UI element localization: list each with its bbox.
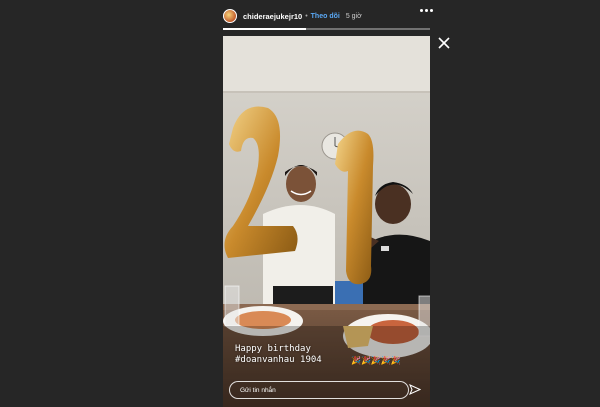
story-media[interactable]: Happy birthday #doanvanhau 1904 🎉🎉🎉🎉🎉 Gử…: [223, 36, 430, 407]
separator-dot: •: [305, 12, 308, 20]
story-progress-fill: [223, 28, 306, 30]
reply-input[interactable]: Gửi tin nhắn: [229, 381, 409, 399]
story-progress-bar: [223, 28, 430, 30]
more-dot-icon: [430, 9, 433, 12]
reply-placeholder: Gửi tin nhắn: [240, 386, 276, 394]
caption-hashtag[interactable]: #doanvanhau 1904: [235, 355, 322, 366]
more-dot-icon: [425, 9, 428, 12]
close-icon: [438, 37, 450, 49]
more-options-button[interactable]: [420, 9, 433, 12]
post-time: 5 giờ: [345, 12, 362, 20]
story-header: chideraejukejr10 • Theo dõi 5 giờ: [223, 6, 433, 26]
send-icon: [409, 384, 421, 395]
avatar[interactable]: [223, 9, 237, 23]
emoji-sticker: 🎉🎉🎉🎉🎉: [351, 356, 401, 365]
caption-line: Happy birthday: [235, 344, 311, 354]
more-dot-icon: [420, 9, 423, 12]
close-button[interactable]: [437, 36, 451, 50]
send-button[interactable]: [409, 384, 421, 396]
follow-button[interactable]: Theo dõi: [311, 13, 340, 20]
username[interactable]: chideraejukejr10: [243, 12, 302, 21]
story-caption: Happy birthday #doanvanhau 1904: [235, 344, 322, 366]
